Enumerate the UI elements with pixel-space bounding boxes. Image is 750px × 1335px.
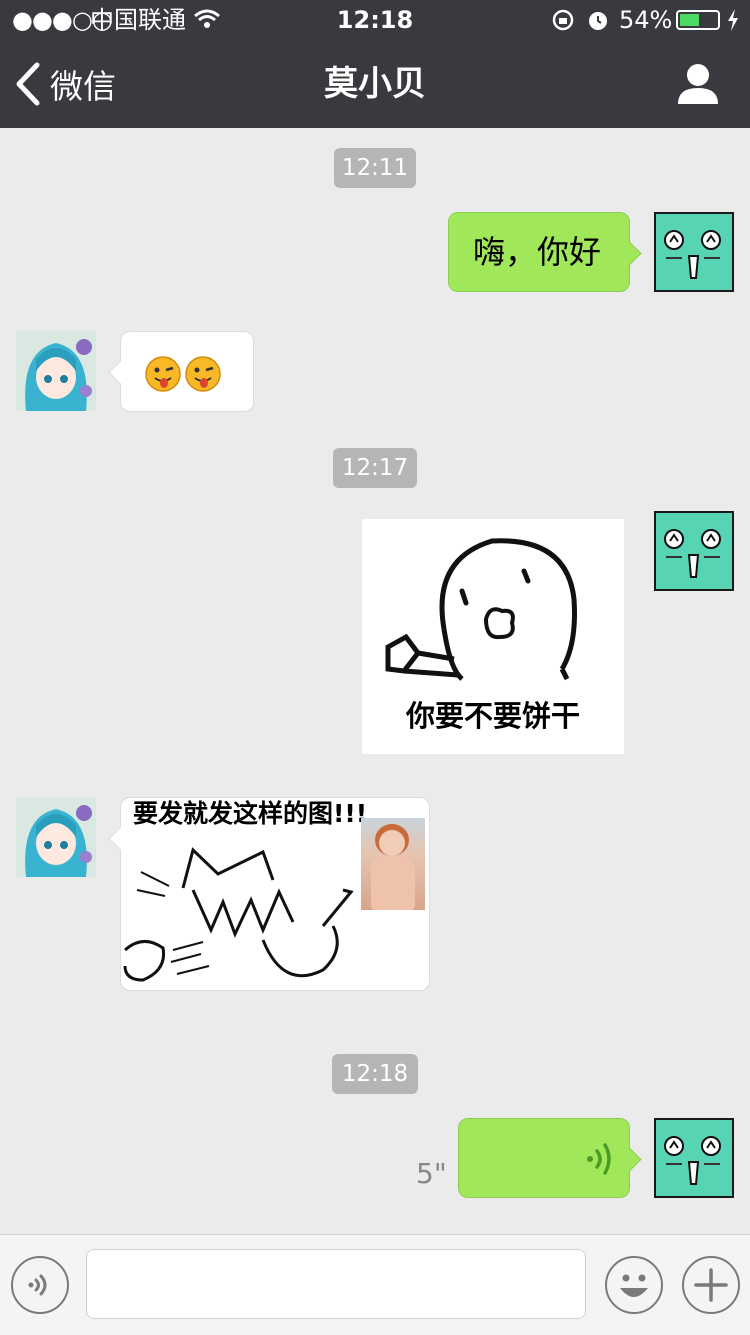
rotation-lock-icon xyxy=(552,9,574,31)
message-text: 嗨，你好 xyxy=(473,233,602,271)
anime-girl-avatar-image xyxy=(16,331,96,411)
battery-percent: 54% xyxy=(619,6,673,34)
voice-icon xyxy=(28,1274,47,1296)
wink-tongue-emoji-icon xyxy=(145,356,181,392)
sticker-caption: 要发就发这样的图!!! xyxy=(133,799,368,828)
contact-avatar[interactable] xyxy=(16,331,96,411)
more-button[interactable] xyxy=(682,1256,740,1314)
photo-thumbnail-image xyxy=(361,818,425,910)
voice-wave-icon xyxy=(587,1143,611,1175)
plus-icon xyxy=(694,1268,728,1302)
alarm-icon xyxy=(589,12,607,30)
wink-tongue-emoji-icon xyxy=(185,356,221,392)
emoji-button[interactable] xyxy=(605,1256,663,1314)
back-button[interactable]: 微信 xyxy=(14,60,116,108)
nav-bar: 微信 莫小贝 xyxy=(0,40,750,128)
battery-icon xyxy=(676,10,720,30)
message-input[interactable] xyxy=(86,1249,586,1319)
smiley-icon xyxy=(620,1274,648,1297)
chat-area[interactable]: 12:11 嗨，你好 12:17 你要不要饼干 要发就发这样的图!!! 12:1… xyxy=(0,128,750,1234)
charging-bolt-icon xyxy=(728,9,738,31)
contact-avatar[interactable] xyxy=(16,797,96,877)
emoji-message-bubble[interactable] xyxy=(108,331,254,412)
timestamp: 12:18 xyxy=(332,1054,418,1094)
chevron-left-icon xyxy=(16,62,40,106)
my-avatar[interactable] xyxy=(654,511,734,591)
my-avatar[interactable] xyxy=(654,1118,734,1198)
my-avatar[interactable] xyxy=(654,212,734,292)
input-bar xyxy=(0,1234,750,1335)
face-avatar-image xyxy=(664,230,721,279)
anime-girl-avatar-image xyxy=(16,797,96,877)
face-avatar-image xyxy=(664,529,721,578)
status-bar: ●●●○○ 中国联通 12:18 54% xyxy=(0,0,750,40)
angry-cat-sticker-image xyxy=(123,847,354,982)
text-message-bubble[interactable]: 嗨，你好 xyxy=(448,212,642,292)
sticker-caption: 你要不要饼干 xyxy=(405,699,580,733)
timestamp: 12:17 xyxy=(333,448,417,488)
sticker-message-bubble[interactable]: 要发就发这样的图!!! xyxy=(108,797,430,991)
back-label: 微信 xyxy=(50,67,116,106)
voice-duration: 5" xyxy=(416,1157,447,1190)
sticker-message[interactable]: 你要不要饼干 xyxy=(362,519,624,754)
timestamp: 12:11 xyxy=(334,148,416,188)
contact-profile-icon[interactable] xyxy=(676,62,720,106)
voice-message-bubble[interactable] xyxy=(458,1118,642,1198)
face-avatar-image xyxy=(664,1136,721,1185)
voice-input-button[interactable] xyxy=(11,1256,69,1314)
